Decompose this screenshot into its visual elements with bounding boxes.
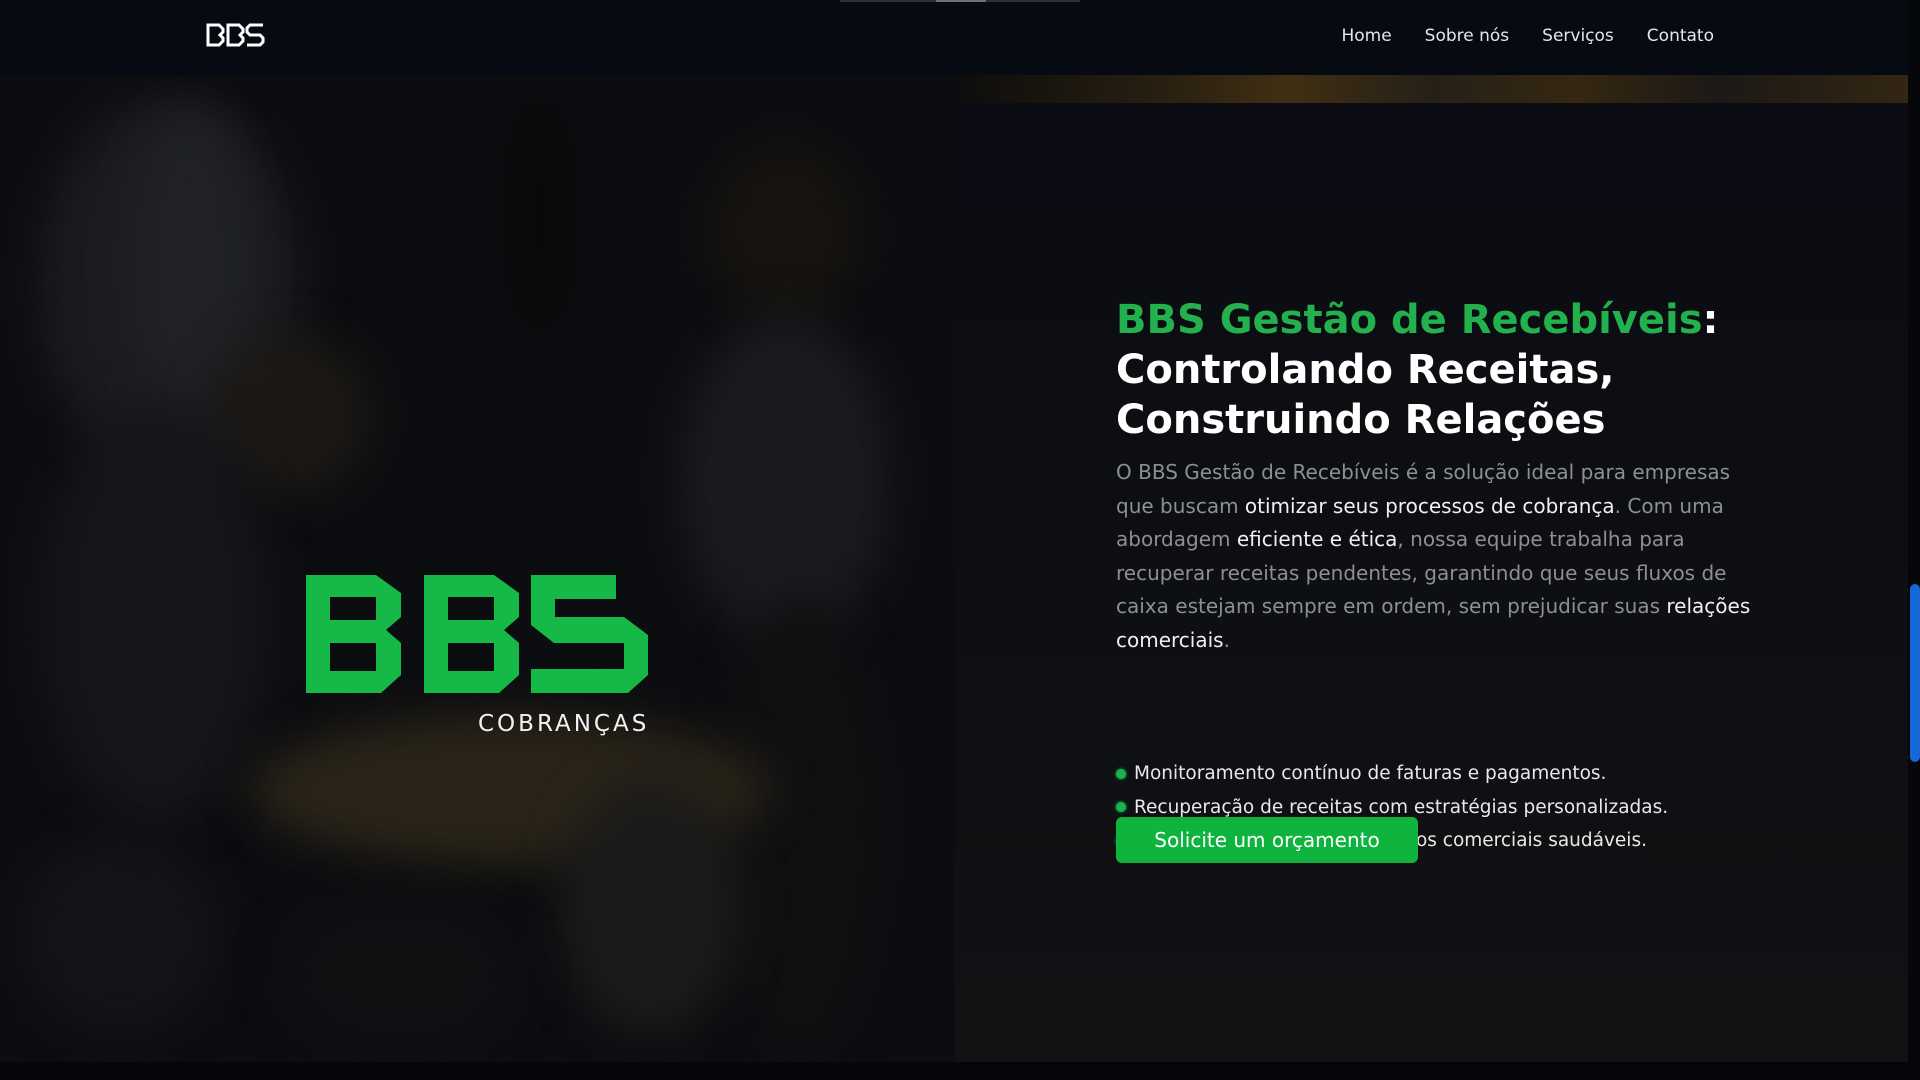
hero-background-image: COBRANÇAS <box>0 75 955 1062</box>
nav-link-sobre-nos[interactable]: Sobre nós <box>1425 26 1510 46</box>
title-colon: : <box>1702 297 1719 343</box>
nav-link-contato[interactable]: Contato <box>1647 26 1714 46</box>
top-navbar: Home Sobre nós Serviços Contato <box>0 0 1908 75</box>
bbs-logo-icon <box>206 23 265 47</box>
feature-text: Monitoramento contínuo de faturas e paga… <box>1134 763 1607 785</box>
hero-logo-subtitle: COBRANÇAS <box>478 711 650 737</box>
intro-paragraph: O BBS Gestão de Recebíveis é a solução i… <box>1116 456 1766 657</box>
request-quote-button[interactable]: Solicite um orçamento <box>1116 817 1418 863</box>
nav-link-home[interactable]: Home <box>1341 26 1391 46</box>
bbs-hero-logo-icon <box>306 575 648 693</box>
main-menu: Home Sobre nós Serviços Contato <box>1308 26 1714 46</box>
intro-highlight: otimizar seus processos de cobrança <box>1244 493 1615 518</box>
scrollbar-thumb[interactable] <box>1910 584 1920 762</box>
nav-logo-link[interactable] <box>206 23 266 47</box>
title-accent: BBS Gestão de Recebíveis <box>1116 297 1703 343</box>
page-title: BBS Gestão de Recebíveis: Controlando Rec… <box>1116 295 1756 445</box>
page-indicator <box>840 0 1080 2</box>
bullet-icon <box>1116 768 1126 779</box>
nav-link-servicos[interactable]: Serviços <box>1542 26 1614 46</box>
list-item: Monitoramento contínuo de faturas e paga… <box>1116 757 1668 791</box>
scrollbar-track[interactable] <box>1908 0 1920 1080</box>
title-line-2: Controlando Receitas, <box>1116 347 1615 393</box>
title-line-3: Construindo Relações <box>1116 397 1606 443</box>
bullet-icon <box>1116 802 1126 813</box>
page: Home Sobre nós Serviços Contato COBRANÇA… <box>0 0 1920 1080</box>
intro-highlight: eficiente e ética <box>1236 527 1398 551</box>
about-content: BBS Gestão de Recebíveis: Controlando Rec… <box>955 75 1908 1062</box>
feature-text: Recuperação de receitas com estratégias … <box>1134 796 1669 818</box>
decorative-strip <box>955 75 1908 103</box>
intro-text: . <box>1223 627 1230 652</box>
page-bottom-edge <box>0 1062 1908 1080</box>
